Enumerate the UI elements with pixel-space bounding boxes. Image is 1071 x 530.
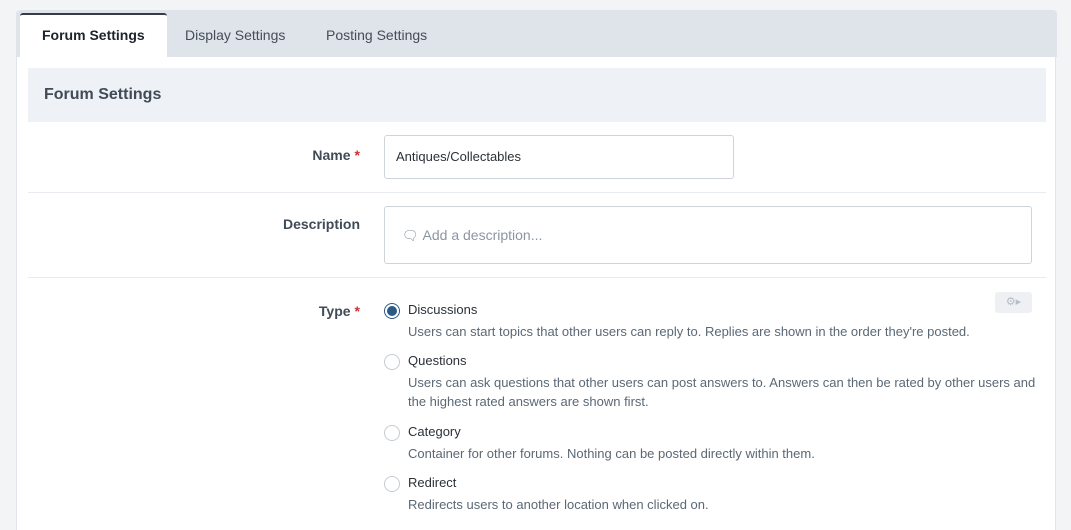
required-marker: * <box>354 147 360 163</box>
description-placeholder: Add a description... <box>422 227 543 243</box>
tab-posting-settings[interactable]: Posting Settings <box>304 13 449 57</box>
name-label: Name * <box>312 147 360 163</box>
radio-category[interactable] <box>384 425 400 441</box>
option-title: Redirect <box>408 475 457 490</box>
section-title: Forum Settings <box>28 68 1046 122</box>
option-description: Users can ask questions that other users… <box>408 375 1036 409</box>
option-title: Questions <box>408 353 467 368</box>
gear-icon: ⚙▸ <box>1005 296 1022 308</box>
description-input[interactable]: 🗨︎ Add a description... <box>384 206 1032 264</box>
type-settings-button[interactable]: ⚙▸ <box>995 292 1032 313</box>
radio-redirect[interactable] <box>384 476 400 492</box>
tab-bar: Forum Settings Display Settings Posting … <box>17 10 1057 57</box>
option-description: Users can start topics that other users … <box>408 324 970 339</box>
required-marker: * <box>354 303 360 319</box>
description-label: Description <box>282 216 360 232</box>
tab-display-settings[interactable]: Display Settings <box>163 13 307 57</box>
type-label: Type * <box>319 303 360 319</box>
tab-forum-settings[interactable]: Forum Settings <box>20 13 167 57</box>
row-divider <box>28 277 1046 278</box>
type-label-text: Type <box>318 303 351 319</box>
settings-panel: Forum Settings Display Settings Posting … <box>16 10 1057 530</box>
radio-discussions[interactable] <box>384 303 400 319</box>
option-title: Discussions <box>408 302 478 317</box>
speech-bubble-icon: 🗨︎ <box>402 228 419 243</box>
name-label-text: Name <box>312 147 351 163</box>
name-input[interactable]: Antiques/Collectables <box>384 135 734 179</box>
option-title: Category <box>408 424 461 439</box>
option-description: Redirects users to another location when… <box>408 497 709 512</box>
option-description: Container for other forums. Nothing can … <box>408 446 815 461</box>
radio-questions[interactable] <box>384 354 400 370</box>
row-divider <box>28 192 1046 193</box>
